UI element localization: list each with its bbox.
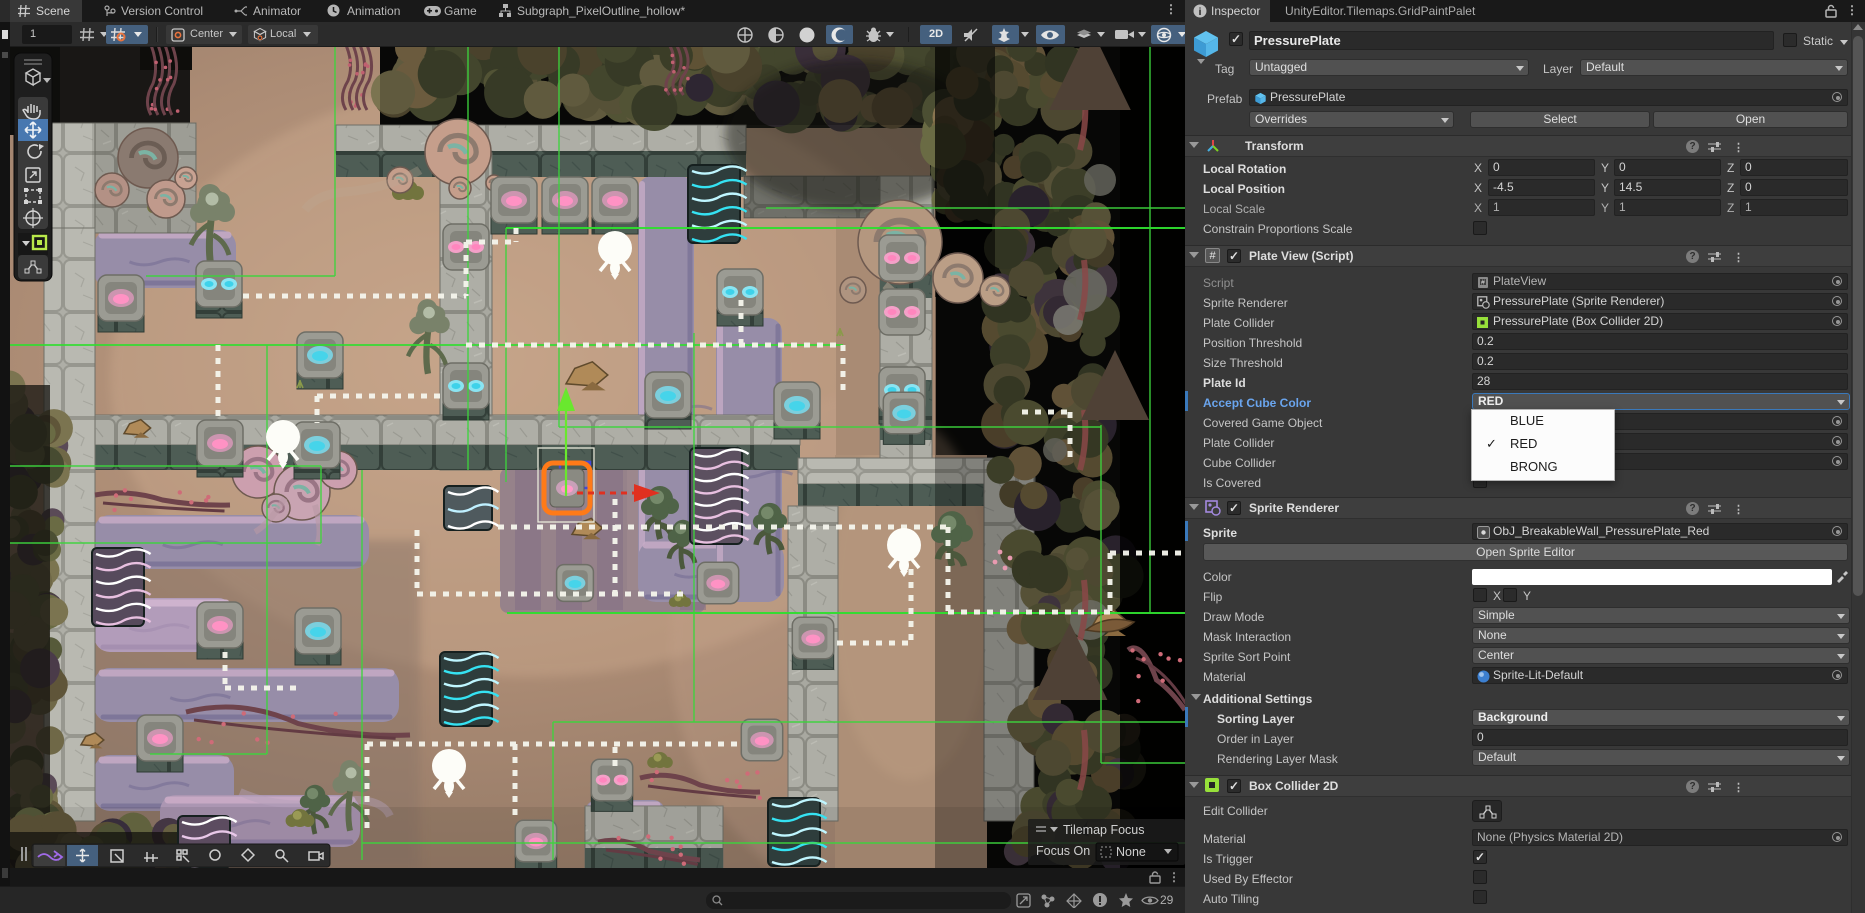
svg-text:Tilemap Focus: Tilemap Focus bbox=[1063, 823, 1145, 837]
svg-text:Focus On: Focus On bbox=[1036, 844, 1090, 858]
svg-text:None: None bbox=[1116, 845, 1146, 859]
svg-text:i: i bbox=[1199, 7, 1202, 18]
svg-text:#: # bbox=[1481, 280, 1485, 287]
